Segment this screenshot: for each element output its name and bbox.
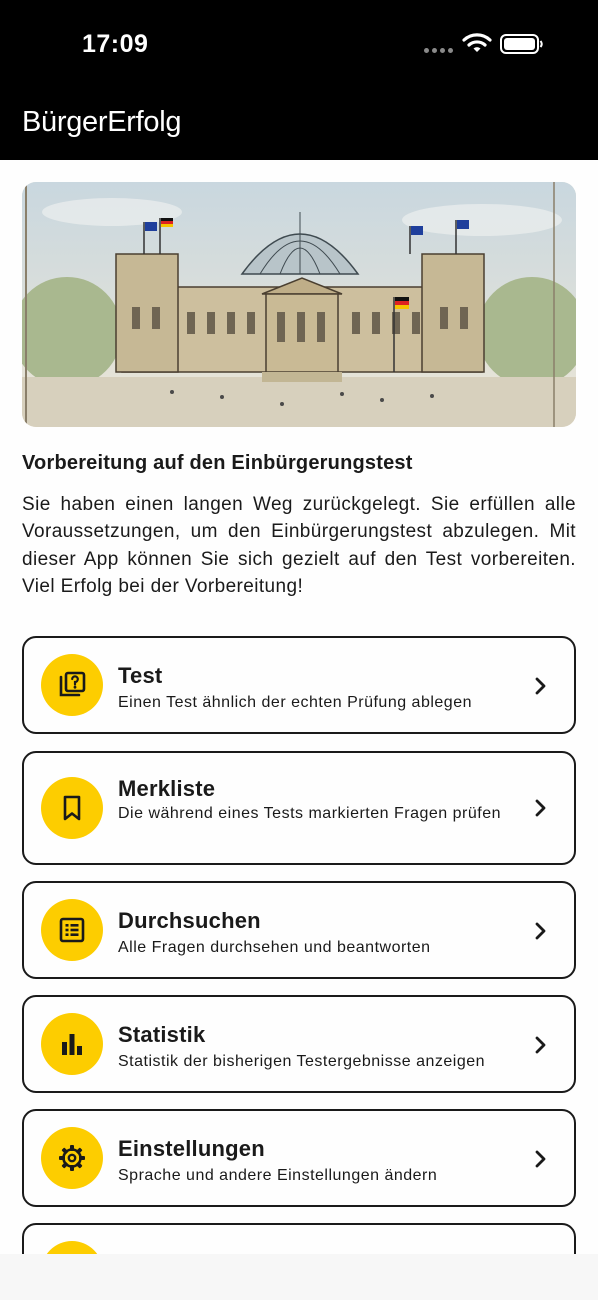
- menu-subtitle: Statistik der bisherigen Testergebnisse …: [118, 1053, 486, 1070]
- menu-card-merkliste[interactable]: Merkliste Die während eines Tests markie…: [22, 751, 576, 865]
- app-title: BürgerErfolg: [22, 106, 182, 138]
- chevron-right-icon: [535, 799, 546, 817]
- menu-card-durchsuchen[interactable]: Durchsuchen Alle Fragen durchsehen und b…: [22, 881, 576, 979]
- reichstag-illustration: [22, 182, 576, 427]
- menu-title: Einstellungen: [118, 1136, 265, 1161]
- menu-icon-badge: [41, 899, 103, 961]
- menu-icon-badge: [41, 654, 103, 716]
- bookmark-icon: [63, 795, 81, 821]
- chevron-right-icon: [535, 1036, 546, 1054]
- menu-icon-badge: [41, 1127, 103, 1189]
- chevron-right-icon: [535, 677, 546, 695]
- menu-title: Durchsuchen: [118, 908, 261, 933]
- menu-subtitle: Sprache und andere Einstellungen ändern: [118, 1167, 438, 1184]
- menu-icon-badge: [41, 777, 103, 839]
- menu-title: Merkliste: [118, 776, 216, 801]
- menu-card-einstellungen[interactable]: Einstellungen Sprache und andere Einstel…: [22, 1109, 576, 1207]
- wifi-icon: [462, 33, 492, 52]
- intro-text: Sie haben einen langen Weg zurückgelegt.…: [22, 494, 576, 597]
- intro-title: Vorbereitung auf den Einbürgerungstest: [22, 452, 413, 474]
- chevron-right-icon: [535, 1150, 546, 1168]
- quiz-icon: [59, 671, 86, 697]
- signal-dots-icon: [424, 48, 453, 53]
- bottom-edge: [0, 1254, 598, 1300]
- menu-title: Test: [118, 663, 163, 688]
- menu-icon-badge: [41, 1013, 103, 1075]
- app-bar: BürgerErfolg: [0, 88, 598, 160]
- chevron-right-icon: [535, 922, 546, 940]
- menu-title: Statistik: [118, 1022, 206, 1047]
- hero-image: [22, 182, 576, 427]
- menu-card-test[interactable]: Test Einen Test ähnlich der echten Prüfu…: [22, 636, 576, 734]
- status-time: 17:09: [82, 30, 149, 58]
- menu-subtitle: Einen Test ähnlich der echten Prüfung ab…: [118, 694, 472, 711]
- battery-icon: [500, 34, 543, 54]
- bar-chart-icon: [62, 1034, 82, 1055]
- gear-icon: [59, 1145, 85, 1171]
- status-bar: 17:09: [0, 0, 598, 88]
- menu-subtitle: Alle Fragen durchsehen und beantworten: [118, 939, 431, 956]
- menu-card-statistik[interactable]: Statistik Statistik der bisherigen Teste…: [22, 995, 576, 1093]
- menu-subtitle: Die während eines Tests markierten Frage…: [118, 805, 501, 822]
- list-icon: [59, 917, 85, 943]
